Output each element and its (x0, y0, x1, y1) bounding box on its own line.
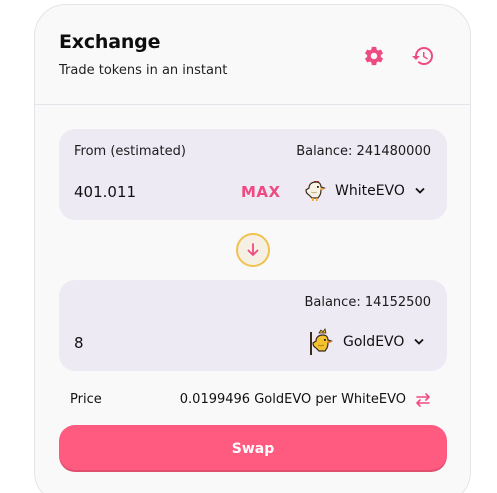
chevron-down-icon (414, 337, 425, 348)
from-token-name: WhiteEVO (335, 183, 405, 199)
from-token-select[interactable]: WhiteEVO (303, 176, 425, 206)
chevron-down-icon (415, 186, 425, 197)
page-subtitle: Trade tokens in an instant (59, 63, 228, 78)
swap-button[interactable]: Swap (59, 425, 447, 472)
swap-arrows-icon (416, 393, 430, 407)
max-button[interactable]: MAX (241, 183, 281, 201)
from-panel: From (estimated) Balance: 241480000 401.… (59, 129, 447, 220)
from-label: From (estimated) (74, 144, 186, 159)
gear-icon (365, 46, 383, 66)
to-token-name: GoldEVO (343, 334, 405, 350)
gold-chicken-icon (310, 328, 333, 355)
history-button[interactable] (410, 43, 436, 69)
to-balance: Balance: 14152500 (304, 295, 431, 310)
to-panel: Balance: 14152500 8 GoldEVO (59, 280, 447, 371)
arrow-down-icon (247, 243, 259, 256)
price-switch-button[interactable] (414, 391, 432, 409)
page-title: Exchange (59, 31, 161, 53)
from-amount-input[interactable]: 401.011 (74, 183, 136, 201)
exchange-card: Exchange Trade tokens in an instant From… (34, 4, 471, 493)
from-balance: Balance: 241480000 (296, 144, 431, 159)
white-chicken-icon (305, 181, 326, 201)
history-icon (412, 47, 433, 66)
to-amount-input[interactable]: 8 (74, 334, 84, 352)
switch-direction-button[interactable] (236, 233, 270, 267)
price-label: Price (70, 392, 102, 407)
settings-button[interactable] (361, 43, 387, 69)
price-value: 0.0199496 GoldEVO per WhiteEVO (179, 392, 406, 407)
to-token-select[interactable]: GoldEVO (309, 327, 425, 357)
exchange-header: Exchange Trade tokens in an instant (35, 5, 470, 105)
